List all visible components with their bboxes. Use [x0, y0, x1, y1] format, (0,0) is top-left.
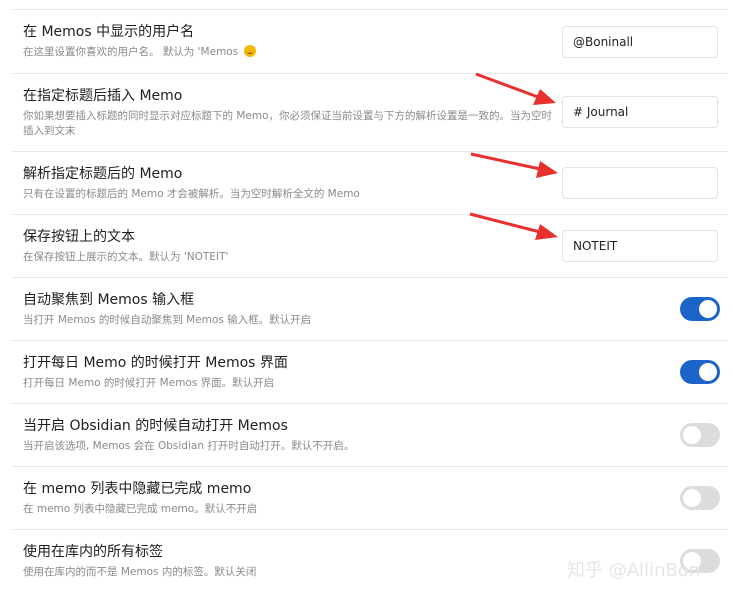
- smirk-emoji-icon: [243, 45, 256, 57]
- setting-description: 在 memo 列表中隐藏已完成 memo。默认不开启: [23, 503, 258, 515]
- toggle-knob: [683, 489, 701, 507]
- setting-description: 在这里设置你喜欢的用户名。 默认为 'Memos: [23, 45, 553, 60]
- setting-hide-done: 在 memo 列表中隐藏已完成 memo 在 memo 列表中隐藏已完成 mem…: [12, 467, 728, 530]
- insert-heading-input[interactable]: [562, 96, 718, 128]
- setting-description: 你如果想要插入标题的同时显示对应标题下的 Memo，你必须保证当前设置与下方的解…: [23, 110, 553, 137]
- setting-description: 在保存按钮上展示的文本。默认为 'NOTEIT': [23, 251, 229, 263]
- autofocus-toggle[interactable]: [680, 297, 720, 321]
- setting-title: 使用在库内的所有标签: [23, 544, 163, 560]
- setting-autofocus: 自动聚焦到 Memos 输入框 当打开 Memos 的时候自动聚焦到 Memos…: [12, 278, 728, 341]
- toggle-knob: [699, 363, 717, 381]
- setting-description: 当开启该选项, Memos 会在 Obsidian 打开时自动打开。默认不开启。: [23, 440, 355, 452]
- setting-open-with-daily: 打开每日 Memo 的时候打开 Memos 界面 打开每日 Memo 的时候打开…: [12, 341, 728, 404]
- open-on-startup-toggle[interactable]: [680, 423, 720, 447]
- save-button-text-input[interactable]: [562, 230, 718, 262]
- setting-title: 打开每日 Memo 的时候打开 Memos 界面: [23, 355, 288, 371]
- setting-title: 在 Memos 中显示的用户名: [23, 24, 195, 40]
- setting-description: 当打开 Memos 的时候自动聚焦到 Memos 输入框。默认开启: [23, 314, 312, 326]
- setting-title: 保存按钮上的文本: [23, 229, 135, 245]
- setting-title: 当开启 Obsidian 的时候自动打开 Memos: [23, 418, 288, 434]
- setting-title: 在指定标题后插入 Memo: [23, 88, 183, 104]
- parse-heading-input[interactable]: [562, 167, 718, 199]
- toggle-knob: [699, 300, 717, 318]
- username-input[interactable]: [562, 26, 718, 58]
- setting-username: 在 Memos 中显示的用户名 在这里设置你喜欢的用户名。 默认为 'Memos: [12, 10, 728, 74]
- setting-description: 使用在库内的而不是 Memos 内的标签。默认关闭: [23, 566, 257, 578]
- hide-done-toggle[interactable]: [680, 486, 720, 510]
- setting-title: 在 memo 列表中隐藏已完成 memo: [23, 481, 252, 497]
- setting-title: 自动聚焦到 Memos 输入框: [23, 292, 195, 308]
- setting-save-button-text: 保存按钮上的文本 在保存按钮上展示的文本。默认为 'NOTEIT': [12, 215, 728, 278]
- setting-open-on-startup: 当开启 Obsidian 的时候自动打开 Memos 当开启该选项, Memos…: [12, 404, 728, 467]
- watermark: 知乎 @AllinBon: [567, 560, 701, 581]
- toggle-knob: [683, 426, 701, 444]
- setting-parse-after-heading: 解析指定标题后的 Memo 只有在设置的标题后的 Memo 才会被解析。当为空时…: [12, 152, 728, 215]
- setting-title: 解析指定标题后的 Memo: [23, 166, 183, 182]
- setting-description: 只有在设置的标题后的 Memo 才会被解析。当为空时解析全文的 Memo: [23, 188, 360, 200]
- open-with-daily-toggle[interactable]: [680, 360, 720, 384]
- setting-insert-after-heading: 在指定标题后插入 Memo 你如果想要插入标题的同时显示对应标题下的 Memo，…: [12, 74, 728, 152]
- setting-description: 打开每日 Memo 的时候打开 Memos 界面。默认开启: [23, 377, 275, 389]
